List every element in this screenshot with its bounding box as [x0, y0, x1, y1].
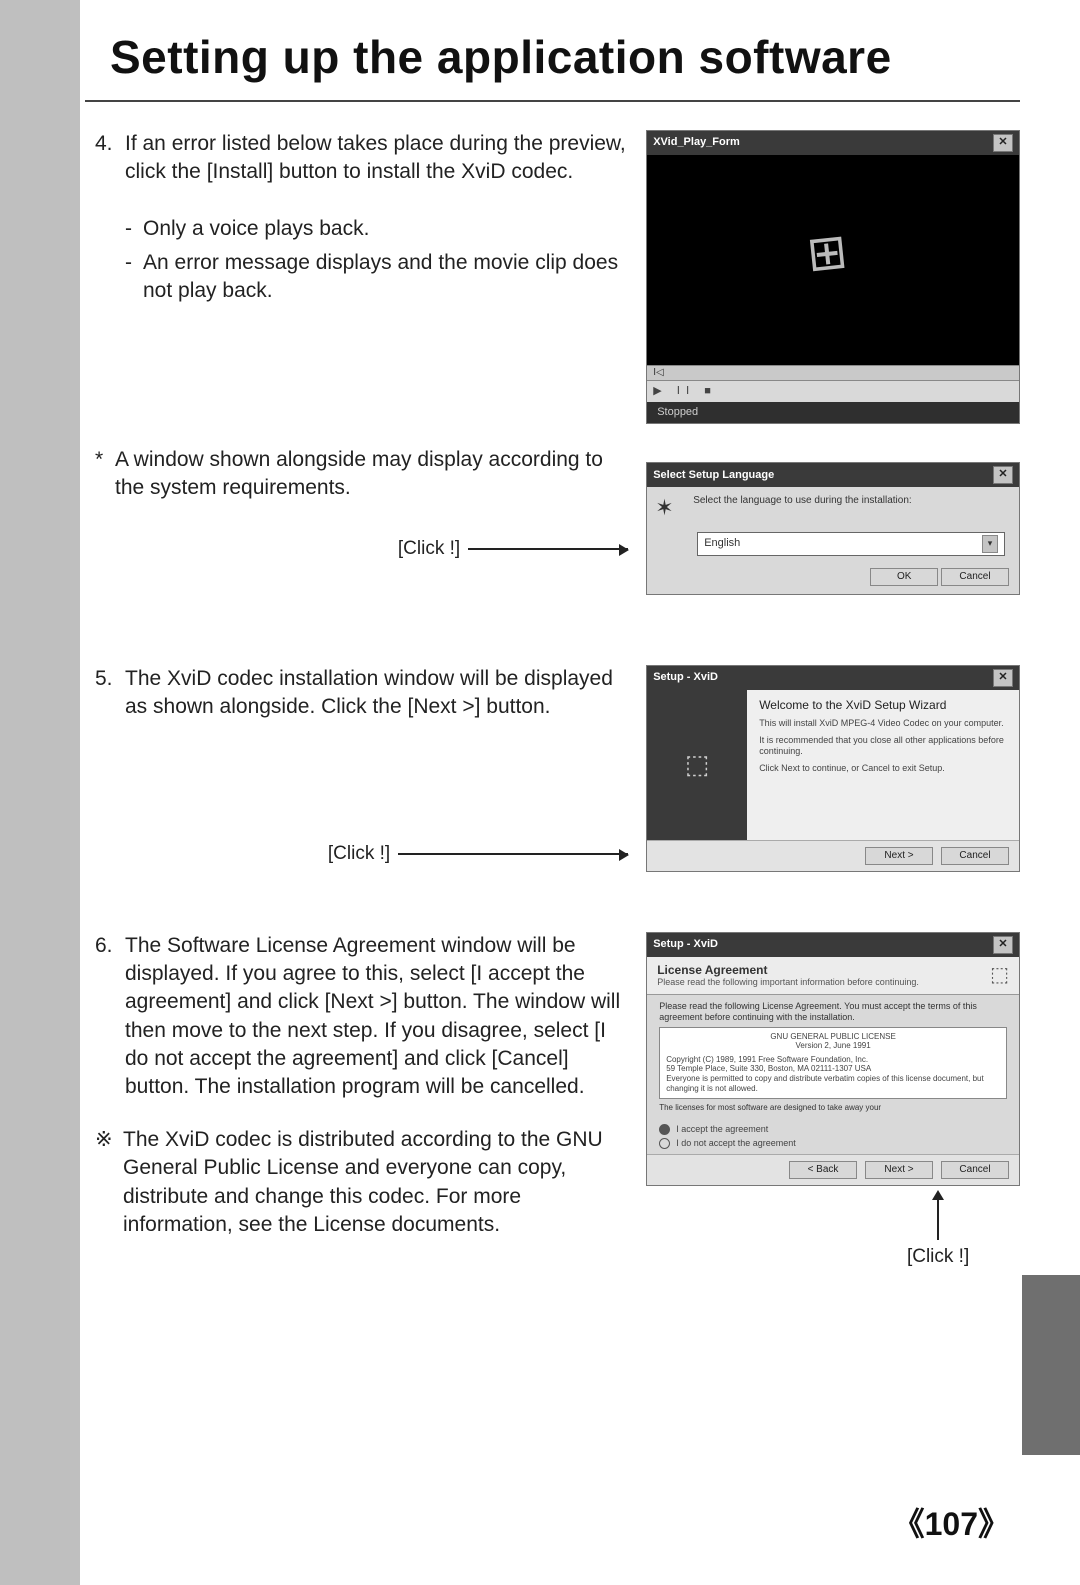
globe-icon: ✶ [655, 495, 683, 521]
language-title: Select Setup Language [653, 469, 774, 482]
package-icon: ⬚ [990, 963, 1009, 987]
step-6-images: Setup - XviD ✕ License Agreement Please … [646, 932, 1020, 1270]
step-4-text-col: 4. If an error listed below takes place … [95, 130, 646, 595]
player-slider[interactable]: I◁ [647, 365, 1019, 381]
step-6-click-label: [Click !] [907, 1244, 969, 1270]
arrow-icon [468, 548, 628, 550]
setup-wizard-heading: Welcome to the XviD Setup Wizard [759, 698, 1007, 712]
setup-wizard-titlebar: Setup - XviD ✕ [647, 666, 1019, 690]
cancel-button[interactable]: Cancel [941, 568, 1009, 586]
player-controls[interactable]: ▶ ⅠⅠ ■ [647, 381, 1019, 402]
accept-radio[interactable]: I accept the agreement [659, 1124, 1007, 1135]
step-5-click-label: [Click !] [328, 841, 398, 867]
cancel-button[interactable]: Cancel [941, 1161, 1009, 1179]
license-header-sub: Please read the following important info… [657, 977, 919, 988]
page: Setting up the application software 4. I… [0, 0, 1080, 1585]
language-dialog: Select Setup Language ✕ ✶ Select the lan… [646, 462, 1020, 594]
setup-wizard-graphic: ⬚ [647, 690, 747, 840]
step-6-gnu-note: ※ The XviD codec is distributed accordin… [95, 1126, 628, 1239]
close-icon[interactable]: ✕ [993, 466, 1013, 484]
thumb-tab [1022, 1275, 1080, 1455]
step-5: 5. The XviD codec installation window wi… [95, 665, 1020, 872]
language-select[interactable]: English ▾ [697, 532, 1005, 556]
page-number: 《107》 [893, 1499, 1010, 1545]
player-status: Stopped [647, 402, 1019, 423]
close-icon[interactable]: ✕ [993, 936, 1013, 954]
step-4-click-label: [Click !] [398, 536, 468, 562]
arrow-icon [398, 853, 628, 855]
step-6: 6. The Software License Agreement window… [95, 932, 1020, 1270]
step-4-bullet-1: - Only a voice plays back. [125, 215, 628, 243]
ok-button[interactable]: OK [870, 568, 938, 586]
arrow-up-icon: [Click !] [856, 1190, 1020, 1270]
step-5-body: The XviD codec installation window will … [125, 665, 628, 722]
step-6-number: 6. [95, 932, 125, 1102]
player-video-area: ⊞ [647, 155, 1019, 365]
setup-wizard-title: Setup - XviD [653, 671, 718, 684]
step-6-text-col: 6. The Software License Agreement window… [95, 932, 646, 1270]
step-4-number: 4. [95, 130, 125, 187]
step-5-text-col: 5. The XviD codec installation window wi… [95, 665, 646, 872]
step-4-note: * A window shown alongside may display a… [95, 446, 628, 503]
title-underline [85, 100, 1020, 102]
windows-logo-icon: ⊞ [804, 223, 850, 284]
page-title: Setting up the application software [110, 30, 1020, 84]
setup-wizard-dialog: Setup - XviD ✕ ⬚ Welcome to the XviD Set… [646, 665, 1020, 872]
license-overflow: The licenses for most software are desig… [659, 1103, 1007, 1113]
close-icon[interactable]: ✕ [993, 669, 1013, 687]
cancel-button[interactable]: Cancel [941, 847, 1009, 865]
language-titlebar: Select Setup Language ✕ [647, 463, 1019, 487]
license-titlebar: Setup - XviD ✕ [647, 933, 1019, 957]
step-4: 4. If an error listed below takes place … [95, 130, 1020, 595]
license-header-title: License Agreement [657, 963, 919, 977]
reject-radio[interactable]: I do not accept the agreement [659, 1138, 1007, 1149]
step-5-images: Setup - XviD ✕ ⬚ Welcome to the XviD Set… [646, 665, 1020, 872]
next-button[interactable]: Next > [865, 847, 933, 865]
player-title: XVid_Play_Form [653, 136, 740, 149]
license-text-box[interactable]: GNU GENERAL PUBLIC LICENSE Version 2, Ju… [659, 1027, 1007, 1099]
step-6-body: The Software License Agreement window wi… [125, 932, 628, 1102]
player-dialog: XVid_Play_Form ✕ ⊞ I◁ ▶ ⅠⅠ ■ Stopped [646, 130, 1020, 424]
step-5-number: 5. [95, 665, 125, 722]
close-icon[interactable]: ✕ [993, 134, 1013, 152]
gutter-bar [0, 0, 80, 1585]
step-4-body: If an error listed below takes place dur… [125, 130, 628, 187]
next-button[interactable]: Next > [865, 1161, 933, 1179]
step-4-images: XVid_Play_Form ✕ ⊞ I◁ ▶ ⅠⅠ ■ Stopped Sel… [646, 130, 1020, 595]
step-4-bullet-2: - An error message displays and the movi… [125, 249, 628, 306]
license-title: Setup - XviD [653, 938, 718, 951]
player-titlebar: XVid_Play_Form ✕ [647, 131, 1019, 155]
chevron-down-icon[interactable]: ▾ [982, 535, 998, 553]
back-button[interactable]: < Back [789, 1161, 857, 1179]
language-prompt: Select the language to use during the in… [693, 495, 912, 507]
package-icon: ⬚ [685, 749, 710, 780]
content: 4. If an error listed below takes place … [95, 130, 1020, 1270]
license-intro: Please read the following License Agreem… [659, 1001, 1007, 1023]
license-dialog: Setup - XviD ✕ License Agreement Please … [646, 932, 1020, 1187]
